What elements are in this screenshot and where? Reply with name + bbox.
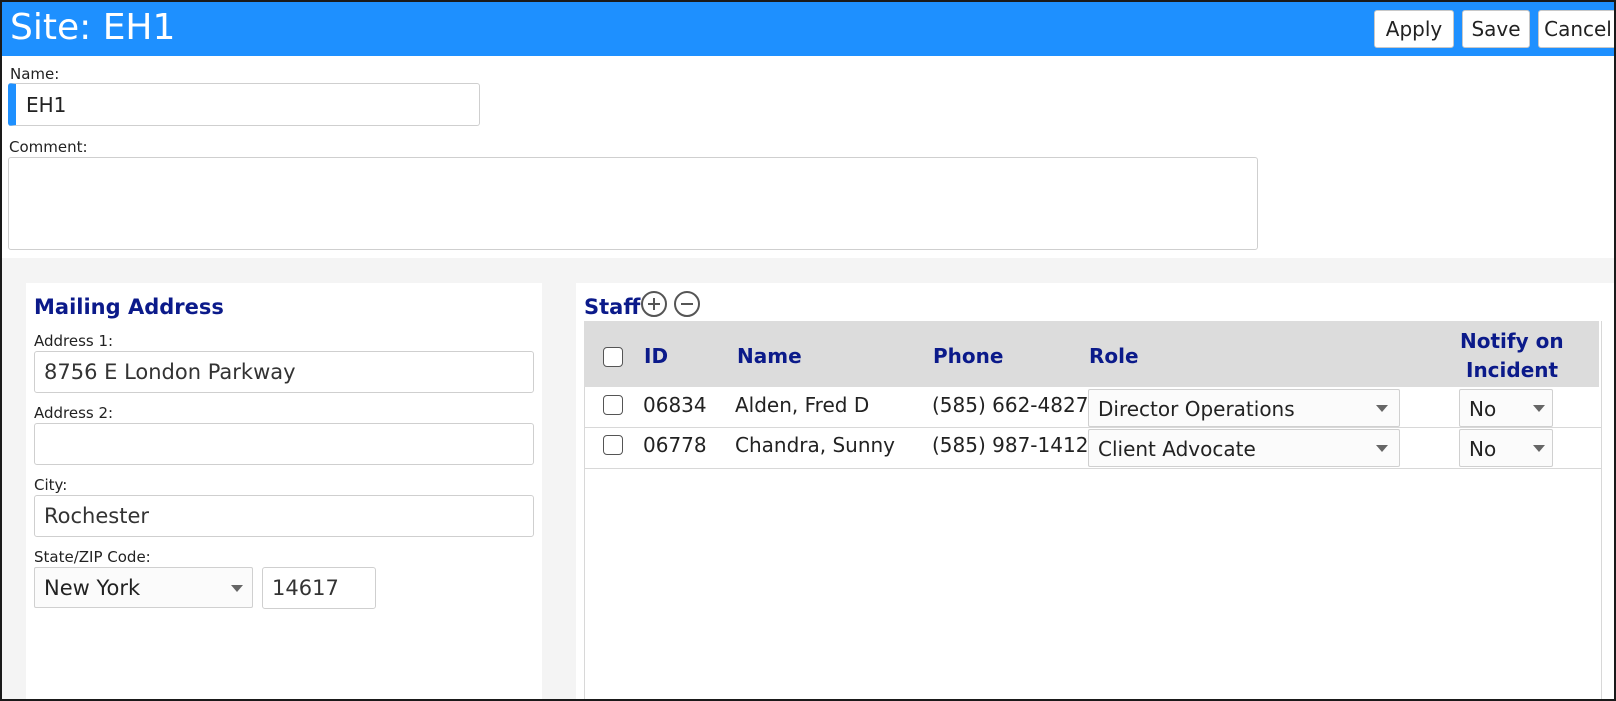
chevron-down-icon — [1533, 445, 1545, 452]
row-checkbox[interactable] — [603, 435, 623, 455]
notify-select-value: No — [1469, 397, 1497, 421]
comment-label: Comment: — [9, 138, 88, 156]
state-select[interactable]: New York — [34, 567, 253, 608]
chevron-down-icon — [1376, 405, 1388, 412]
staff-phone: (585) 662-4827 — [932, 393, 1089, 417]
notify-select[interactable]: No — [1459, 429, 1553, 467]
name-label: Name: — [10, 65, 60, 83]
city-field[interactable] — [34, 495, 534, 537]
column-header-phone[interactable]: Phone — [933, 344, 1003, 368]
role-select[interactable]: Director Operations — [1088, 389, 1400, 427]
select-all-checkbox[interactable] — [603, 347, 623, 367]
address1-label: Address 1: — [34, 332, 114, 350]
column-header-notify-line2[interactable]: Incident — [1466, 358, 1558, 382]
address1-field[interactable] — [34, 351, 534, 393]
role-select-value: Director Operations — [1098, 397, 1295, 421]
page-title: Site: EH1 — [10, 7, 176, 48]
site-editor-window: Site: EH1 Apply Save Cancel Name: Commen… — [0, 0, 1616, 701]
state-select-value: New York — [44, 576, 141, 600]
column-header-name[interactable]: Name — [737, 344, 802, 368]
comment-field[interactable] — [8, 157, 1258, 250]
staff-phone: (585) 987-1412 — [932, 433, 1089, 457]
cancel-button[interactable]: Cancel — [1538, 10, 1614, 48]
row-checkbox[interactable] — [603, 395, 623, 415]
staff-title: Staff — [584, 295, 641, 319]
chevron-down-icon — [231, 585, 243, 592]
chevron-down-icon — [1533, 405, 1545, 412]
column-header-id[interactable]: ID — [644, 344, 668, 368]
plus-circle-icon[interactable] — [641, 291, 667, 317]
staff-name: Alden, Fred D — [735, 393, 870, 417]
save-button[interactable]: Save — [1462, 10, 1530, 48]
name-field[interactable] — [8, 83, 480, 126]
mailing-address-title: Mailing Address — [34, 295, 224, 319]
notify-select[interactable]: No — [1459, 389, 1553, 427]
chevron-down-icon — [1376, 445, 1388, 452]
role-select[interactable]: Client Advocate — [1088, 429, 1400, 467]
row-divider — [584, 468, 1602, 469]
staff-id: 06834 — [643, 393, 707, 417]
address2-field[interactable] — [34, 423, 534, 465]
zip-field[interactable] — [262, 567, 376, 609]
apply-button[interactable]: Apply — [1374, 10, 1454, 48]
city-label: City: — [34, 476, 68, 494]
staff-name: Chandra, Sunny — [735, 433, 896, 457]
header-bar: Site: EH1 Apply Save Cancel — [2, 2, 1614, 56]
minus-circle-icon[interactable] — [674, 291, 700, 317]
state-zip-label: State/ZIP Code: — [34, 548, 151, 566]
row-divider — [584, 427, 1602, 428]
address2-label: Address 2: — [34, 404, 114, 422]
role-select-value: Client Advocate — [1098, 437, 1256, 461]
column-header-role[interactable]: Role — [1089, 344, 1139, 368]
notify-select-value: No — [1469, 437, 1497, 461]
staff-id: 06778 — [643, 433, 707, 457]
column-header-notify-line1[interactable]: Notify on — [1460, 329, 1564, 353]
